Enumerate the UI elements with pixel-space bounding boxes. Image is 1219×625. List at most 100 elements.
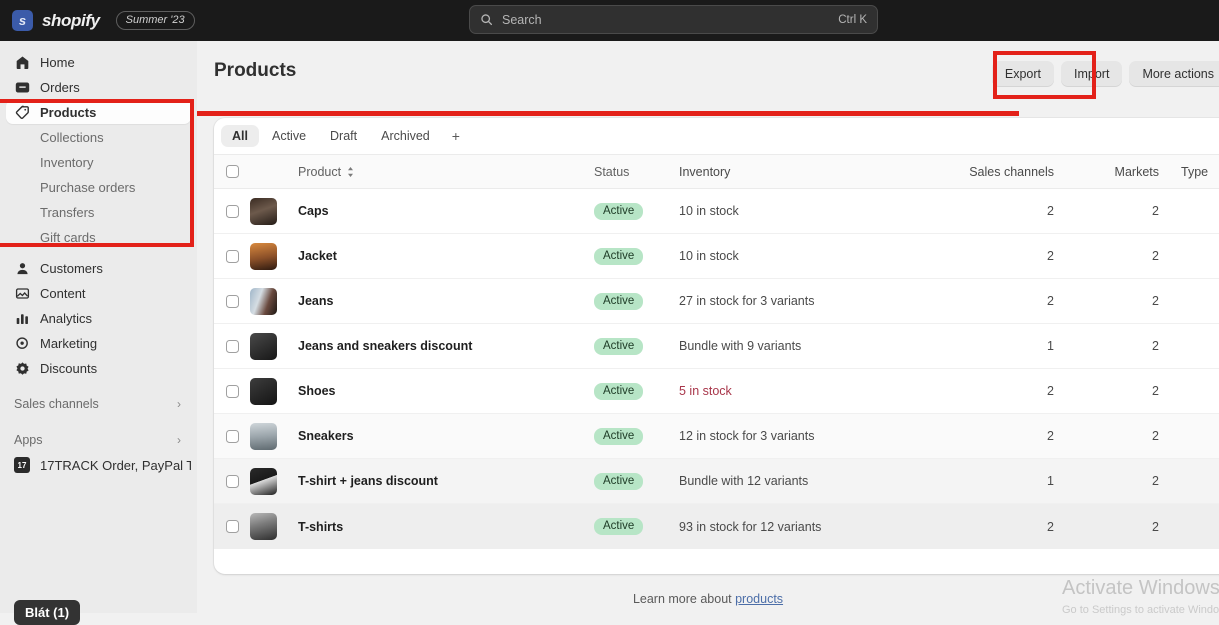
- markets-cell: 2: [1152, 204, 1159, 218]
- product-name[interactable]: Jacket: [298, 249, 594, 263]
- table-row[interactable]: Jeans and sneakers discount Active Bundl…: [214, 324, 1219, 369]
- sidebar-subitem-label: Collections: [40, 129, 104, 145]
- product-name[interactable]: T-shirt + jeans discount: [298, 474, 594, 488]
- table-row[interactable]: Shoes Active 5 in stock 2 2: [214, 369, 1219, 414]
- thumb-sneakers: [250, 422, 277, 450]
- sidebar-subitem-transfers[interactable]: Transfers: [6, 200, 191, 224]
- tab-all[interactable]: All: [221, 125, 259, 147]
- sidebar-item-orders[interactable]: Orders: [6, 75, 191, 99]
- column-header-markets: Markets: [1114, 164, 1159, 179]
- sales-channels-cell: 2: [1047, 384, 1054, 398]
- row-checkbox[interactable]: [214, 294, 250, 308]
- import-button[interactable]: Import: [1061, 61, 1123, 87]
- sidebar-item-label: Home: [40, 54, 75, 70]
- sidebar-subitem-purchase-orders[interactable]: Purchase orders: [6, 175, 191, 199]
- sidebar-item-content[interactable]: Content: [6, 281, 191, 305]
- markets-cell: 2: [1152, 519, 1159, 534]
- sidebar-item-label: Products: [40, 104, 97, 120]
- sidebar-item-analytics[interactable]: Analytics: [6, 306, 191, 330]
- thumb-tshirts: [250, 513, 277, 540]
- tab-archived[interactable]: Archived: [370, 125, 441, 147]
- column-header-product-label: Product: [298, 164, 342, 179]
- sidebar-item-17track-app[interactable]: 17 17TRACK Order, PayPal Tr...: [6, 453, 191, 477]
- main-content: Products Export Import More actions All …: [197, 41, 1219, 613]
- sidebar-item-marketing[interactable]: Marketing: [6, 331, 191, 355]
- tab-draft[interactable]: Draft: [319, 125, 368, 147]
- page-actions: Export Import More actions: [991, 61, 1219, 87]
- table-row[interactable]: Jeans Active 27 in stock for 3 variants …: [214, 279, 1219, 324]
- sidebar-item-customers[interactable]: Customers: [6, 256, 191, 280]
- inventory-cell: 27 in stock for 3 variants: [679, 294, 815, 308]
- table-row[interactable]: T-shirt + jeans discount Active Bundle w…: [214, 459, 1219, 504]
- sidebar-item-discounts[interactable]: Discounts: [6, 356, 191, 380]
- sidebar-section-sales-channels[interactable]: Sales channels ›: [6, 392, 191, 416]
- column-header-type: Type: [1181, 164, 1209, 179]
- product-name[interactable]: Caps: [298, 204, 594, 218]
- sidebar-item-products[interactable]: Products: [6, 100, 191, 124]
- thumb-jeans: [250, 287, 277, 315]
- brand-logo[interactable]: s shopify Summer '23: [0, 10, 195, 31]
- status-cell: Active: [594, 202, 679, 220]
- season-badge: Summer '23: [115, 11, 195, 30]
- product-name[interactable]: Shoes: [298, 384, 594, 398]
- table-row[interactable]: Jacket Active 10 in stock 2 2: [214, 234, 1219, 279]
- sales-channels-cell: 1: [1047, 474, 1054, 488]
- search-shortcut-hint: Ctrl K: [838, 13, 867, 26]
- sales-channels-cell: 2: [1047, 429, 1054, 443]
- row-checkbox[interactable]: [214, 384, 250, 398]
- row-checkbox[interactable]: [214, 520, 250, 533]
- product-name[interactable]: T-shirts: [298, 520, 594, 534]
- row-checkbox[interactable]: [214, 339, 250, 353]
- status-badge: Active: [594, 382, 644, 400]
- product-name[interactable]: Jeans: [298, 294, 594, 308]
- row-checkbox[interactable]: [214, 474, 250, 488]
- global-search-bar[interactable]: Ctrl K: [469, 5, 878, 34]
- product-thumbnail: [250, 467, 298, 495]
- sidebar-item-label: Customers: [40, 260, 103, 276]
- sidebar-item-label: Discounts: [40, 360, 98, 376]
- sidebar-item-label: Analytics: [40, 310, 93, 326]
- sales-channels-cell: 2: [1047, 519, 1054, 534]
- table-row[interactable]: Caps Active 10 in stock 2 2: [214, 189, 1219, 234]
- sidebar-subitem-inventory[interactable]: Inventory: [6, 150, 191, 174]
- product-thumbnail: [250, 332, 298, 360]
- sidebar-item-label: Orders: [40, 79, 80, 95]
- top-bar: s shopify Summer '23 Ctrl K: [0, 0, 1219, 41]
- more-actions-button[interactable]: More actions: [1129, 61, 1219, 87]
- product-thumbnail: [250, 513, 298, 540]
- shopify-logo-icon: s: [12, 10, 33, 31]
- sidebar-subitem-gift-cards[interactable]: Gift cards: [6, 225, 191, 249]
- sales-channels-cell: 2: [1047, 204, 1054, 218]
- person-icon: [14, 260, 30, 276]
- row-checkbox[interactable]: [214, 204, 250, 218]
- inventory-cell: Bundle with 12 variants: [679, 474, 809, 488]
- export-button[interactable]: Export: [991, 61, 1054, 87]
- product-name[interactable]: Sneakers: [298, 429, 594, 443]
- sidebar-section-apps[interactable]: Apps ›: [6, 428, 191, 452]
- add-view-button[interactable]: +: [443, 125, 469, 147]
- markets-cell: 2: [1152, 474, 1159, 488]
- table-row[interactable]: T-shirts Active 93 in stock for 12 varia…: [214, 504, 1219, 549]
- status-cell: Active: [594, 382, 679, 400]
- status-cell: Active: [594, 518, 679, 535]
- sidebar-subitem-collections[interactable]: Collections: [6, 125, 191, 149]
- sidebar-section-label: Sales channels: [14, 397, 99, 411]
- status-cell: Active: [594, 472, 679, 490]
- select-all-checkbox[interactable]: [214, 165, 250, 178]
- product-name[interactable]: Jeans and sneakers discount: [298, 339, 594, 353]
- sidebar-item-home[interactable]: Home: [6, 50, 191, 74]
- status-badge: Active: [594, 337, 644, 355]
- row-checkbox[interactable]: [214, 429, 250, 443]
- table-row[interactable]: Sneakers Active 12 in stock for 3 varian…: [214, 414, 1219, 459]
- markets-cell: 2: [1152, 429, 1159, 443]
- sales-channels-cell: 2: [1047, 249, 1054, 263]
- column-header-product[interactable]: Product: [298, 165, 594, 179]
- search-input[interactable]: [493, 12, 839, 27]
- tab-active[interactable]: Active: [261, 125, 317, 147]
- status-badge: Active: [594, 427, 644, 445]
- row-checkbox[interactable]: [214, 249, 250, 263]
- sidebar-section-label: Apps: [14, 433, 43, 447]
- products-help-link[interactable]: products: [735, 592, 783, 606]
- inventory-cell: 5 in stock: [679, 384, 732, 398]
- status-badge: Active: [594, 292, 644, 310]
